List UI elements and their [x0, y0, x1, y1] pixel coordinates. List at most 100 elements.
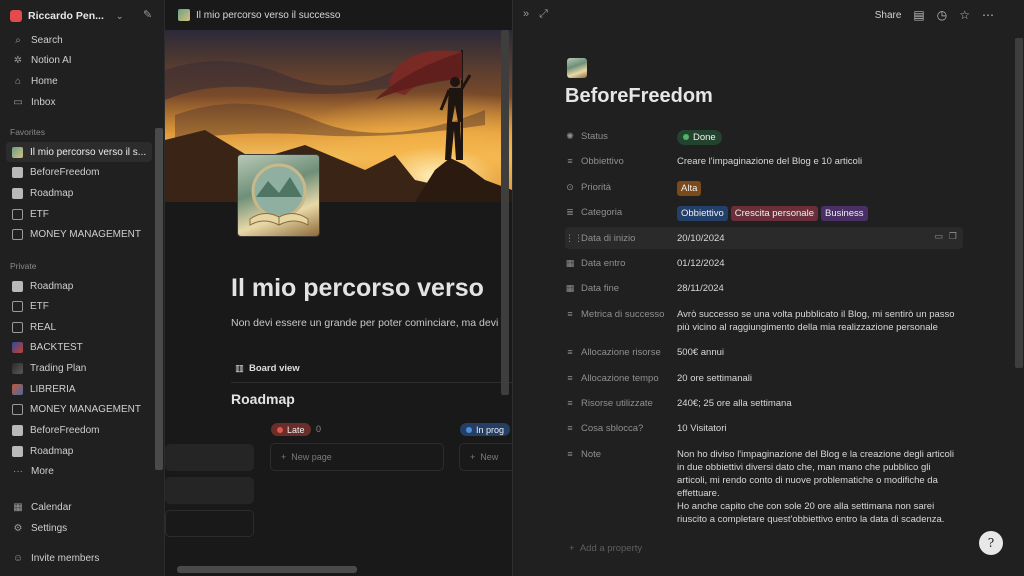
sidebar-item-home[interactable]: ⌂ Home: [6, 71, 152, 91]
sidebar-item-settings[interactable]: ⚙ Settings: [6, 518, 152, 538]
sidebar-item-backtest[interactable]: BACKTEST: [6, 337, 152, 357]
text-icon: ≡: [567, 309, 573, 319]
column-in-progress[interactable]: In prog: [460, 423, 511, 436]
priority-tag[interactable]: Alta: [677, 181, 702, 196]
text-icon: ≡: [567, 398, 573, 408]
sidebar-item-label: Trading Plan: [30, 362, 87, 374]
property-data-entro[interactable]: ▦ Data entro 01/12/2024: [565, 257, 963, 270]
document-icon: [12, 300, 23, 312]
workspace-name: Riccardo Pen...: [28, 10, 104, 22]
column-late[interactable]: Late: [271, 423, 311, 436]
property-data-fine[interactable]: ▦ Data fine 28/11/2024: [565, 282, 963, 295]
plus-icon: +: [281, 452, 287, 462]
add-property-button[interactable]: + Add a property: [569, 543, 642, 554]
column-label: In prog: [476, 424, 505, 435]
sidebar-item-money-management[interactable]: MONEY MANAGEMENT: [6, 399, 152, 419]
workspace-switcher[interactable]: Riccardo Pen... ⌄: [10, 8, 123, 24]
property-priorita[interactable]: ⊙ Priorità Alta: [565, 181, 963, 196]
peek-title[interactable]: BeforeFreedom: [565, 85, 713, 108]
board-view-label: Board view: [248, 363, 300, 374]
status-value: Done: [693, 132, 716, 143]
sidebar-item-percorso[interactable]: Il mio percorso verso il s...: [6, 142, 152, 162]
property-allocazione-risorse[interactable]: ≡ Allocazione risorse 500€ annui: [565, 346, 963, 359]
property-value: 500€ annui: [677, 347, 725, 358]
board-card[interactable]: [165, 510, 254, 537]
breadcrumb[interactable]: Il mio percorso verso il successo: [165, 0, 512, 30]
sidebar-item-calendar[interactable]: ▦ Calendar: [6, 497, 152, 517]
comment-icon[interactable]: ▭: [934, 231, 943, 242]
cover-image[interactable]: [165, 30, 512, 202]
board-card[interactable]: [165, 444, 254, 471]
inbox-icon: ▭: [13, 96, 23, 108]
more-icon[interactable]: ⋯: [982, 8, 994, 22]
sidebar-item-roadmap[interactable]: Roadmap: [6, 276, 152, 296]
status-dot: [277, 426, 283, 433]
status-icon: ✺: [566, 131, 574, 141]
sidebar-item-search[interactable]: ⌕ Search: [6, 30, 152, 50]
sidebar-item-beforefreedom[interactable]: BeforeFreedom: [6, 420, 152, 440]
sidebar-item-roadmap[interactable]: Roadmap: [6, 441, 152, 461]
property-value: 20/10/2024: [677, 233, 725, 244]
close-peek-icon[interactable]: »: [523, 8, 529, 21]
page-icon: [178, 9, 190, 21]
drag-handle-icon[interactable]: ⋮⋮: [565, 233, 583, 244]
sidebar-scrollbar[interactable]: [155, 128, 163, 470]
select-icon: ⊙: [566, 182, 574, 192]
comment-icon[interactable]: ▤: [913, 8, 924, 22]
history-icon[interactable]: ◷: [937, 8, 947, 22]
board-card[interactable]: [165, 477, 254, 504]
new-page-icon[interactable]: ✎: [143, 8, 157, 22]
sidebar-item-more[interactable]: ··· More: [6, 461, 152, 481]
expand-icon[interactable]: ⤢: [539, 8, 548, 21]
category-tag[interactable]: Crescita personale: [730, 206, 818, 221]
horizontal-scrollbar[interactable]: [177, 566, 357, 573]
sidebar-item-etf[interactable]: ETF: [6, 204, 152, 224]
sidebar-item-etf[interactable]: ETF: [6, 296, 152, 316]
help-button[interactable]: ?: [979, 531, 1003, 555]
property-status[interactable]: ✺ Status Done: [565, 130, 963, 145]
copy-icon[interactable]: ❐: [949, 231, 957, 242]
database-title[interactable]: Roadmap: [231, 391, 295, 407]
vertical-scrollbar[interactable]: [501, 30, 509, 395]
share-button[interactable]: Share: [875, 10, 902, 21]
property-metrica[interactable]: ≡ Metrica di successo Avrò successo se un…: [565, 308, 963, 334]
category-tag[interactable]: Business: [821, 206, 868, 221]
sidebar-item-money-management[interactable]: MONEY MANAGEMENT: [6, 224, 152, 244]
property-risorse-utilizzate[interactable]: ≡ Risorse utilizzate 240€; 25 ore alla se…: [565, 397, 963, 410]
divider: [231, 382, 512, 383]
sidebar-item-notion-ai[interactable]: ✲ Notion AI: [6, 50, 152, 70]
property-categoria[interactable]: ≣ Categoria Obbiettivo Crescita personale B…: [565, 206, 963, 221]
property-data-inizio[interactable]: ⋮⋮ Data di inizio 20/10/2024 ▭ ❐: [565, 227, 963, 249]
peek-scrollbar[interactable]: [1015, 38, 1023, 368]
column-count: 0: [316, 424, 322, 434]
property-allocazione-tempo[interactable]: ≡ Allocazione tempo 20 ore settimanali: [565, 372, 963, 385]
board-view-tab[interactable]: ▥ Board view: [235, 363, 300, 374]
new-page-button[interactable]: + New page: [281, 452, 332, 462]
page-icon: [12, 445, 23, 457]
sidebar-item-libreria[interactable]: LIBRERIA: [6, 379, 152, 399]
page-title[interactable]: Il mio percorso verso: [231, 274, 484, 303]
property-obbiettivo[interactable]: ≡ Obbiettivo Creare l'impaginazione del B…: [565, 155, 963, 168]
page-icon-image[interactable]: [237, 154, 320, 237]
sidebar-item-label: Roadmap: [30, 187, 74, 199]
star-icon[interactable]: ☆: [959, 8, 970, 22]
note-paragraph: Non ho diviso l'impaginazione del Blog e…: [677, 449, 954, 499]
new-page-button[interactable]: + New: [470, 452, 498, 462]
status-badge[interactable]: Done: [677, 130, 722, 145]
sidebar-item-label: BeforeFreedom: [30, 166, 100, 178]
note-paragraph: Ho anche capito che con sole 20 ore alla…: [677, 501, 945, 525]
invite-user-icon: ☺: [12, 552, 24, 564]
sidebar-item-label: Roadmap: [30, 445, 74, 457]
sidebar-item-trading-plan[interactable]: Trading Plan: [6, 358, 152, 378]
page-subtitle[interactable]: Non devi essere un grande per poter comi…: [231, 317, 498, 329]
property-cosa-sblocca[interactable]: ≡ Cosa sblocca? 10 Visitatori: [565, 422, 963, 435]
sidebar-item-beforefreedom[interactable]: BeforeFreedom: [6, 162, 152, 182]
sidebar-item-inbox[interactable]: ▭ Inbox: [6, 92, 152, 112]
sidebar-item-roadmap[interactable]: Roadmap: [6, 183, 152, 203]
peek-page-icon[interactable]: [567, 58, 587, 78]
property-note[interactable]: ≡ Note Non ho diviso l'impaginazione del …: [565, 448, 963, 526]
more-icon: ···: [13, 465, 23, 477]
sidebar-item-real[interactable]: REAL: [6, 317, 152, 337]
category-tag[interactable]: Obbiettivo: [677, 206, 728, 221]
sidebar-item-invite-members[interactable]: ☺ Invite members: [6, 548, 152, 568]
